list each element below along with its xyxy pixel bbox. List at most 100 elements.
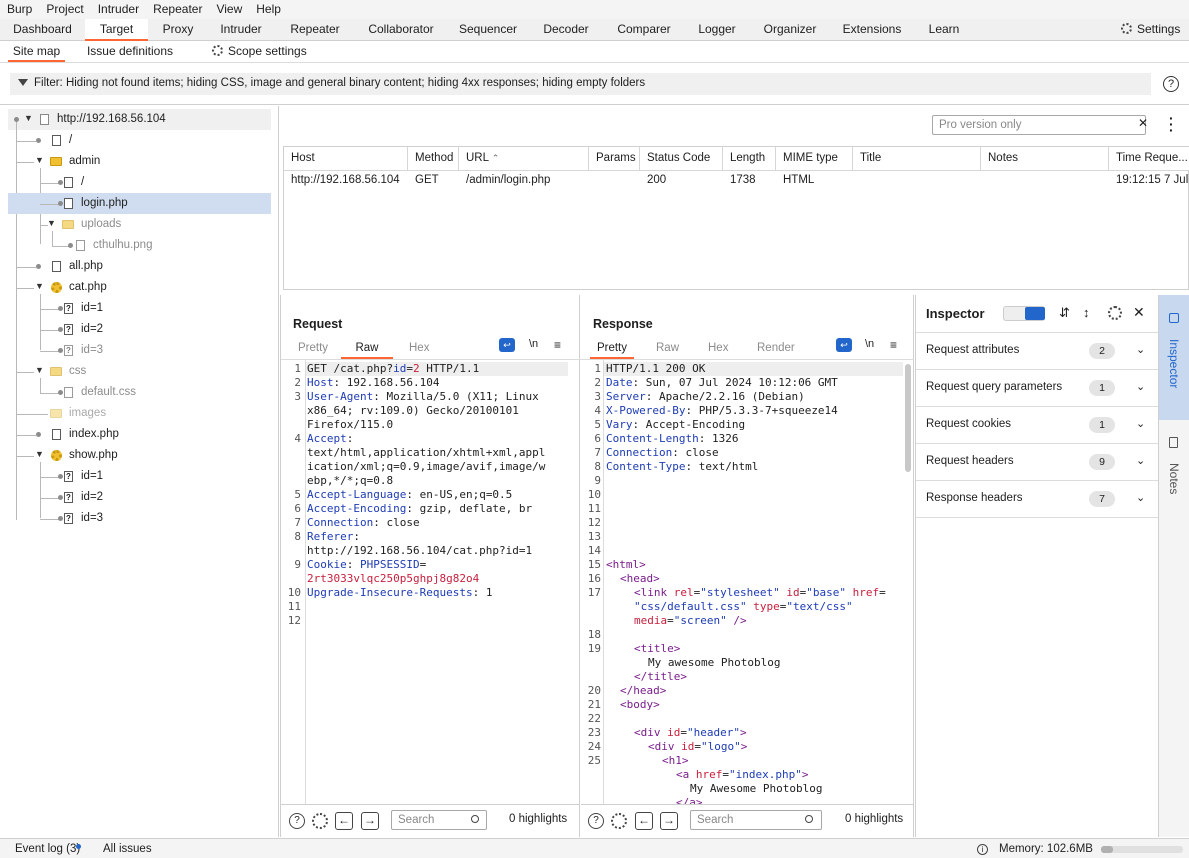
side-tab-inspector[interactable]: Inspector bbox=[1159, 295, 1189, 420]
tab-logger[interactable]: Logger bbox=[686, 19, 748, 41]
chevron-down-icon[interactable]: ▼ bbox=[47, 218, 56, 228]
tree-node-uploads[interactable]: uploads bbox=[81, 214, 121, 235]
menu-view[interactable]: View bbox=[209, 0, 249, 19]
close-icon[interactable]: ✕ bbox=[1138, 116, 1148, 130]
tree-node-show[interactable]: show.php bbox=[69, 445, 118, 466]
more-options-icon[interactable]: · · · bbox=[1169, 111, 1174, 137]
chevron-down-icon[interactable]: ▼ bbox=[35, 281, 44, 291]
settings-button[interactable]: Settings bbox=[1121, 19, 1185, 41]
table-search-input[interactable]: Pro version only bbox=[932, 115, 1146, 135]
col-url[interactable]: URL ⌃ bbox=[459, 147, 589, 171]
tree-node-all[interactable]: all.php bbox=[69, 256, 103, 277]
side-tab-notes[interactable]: Notes bbox=[1159, 425, 1189, 505]
inspector-row-response-headers[interactable]: Response headers 7 ⌄ bbox=[916, 481, 1159, 518]
tab-decoder[interactable]: Decoder bbox=[530, 19, 602, 41]
menu-intruder[interactable]: Intruder bbox=[91, 0, 146, 19]
close-icon[interactable]: ✕ bbox=[1133, 304, 1145, 321]
inspector-row-cookies[interactable]: Request cookies 1 ⌄ bbox=[916, 407, 1159, 444]
tree-node-admin[interactable]: admin bbox=[69, 151, 100, 172]
menu-lines-icon[interactable]: ≡ bbox=[554, 338, 561, 352]
tree-node-cat-id1[interactable]: id=1 bbox=[81, 298, 103, 319]
tab-target[interactable]: Target bbox=[85, 19, 148, 41]
col-method[interactable]: Method bbox=[408, 147, 459, 171]
tab-repeater[interactable]: Repeater bbox=[274, 19, 356, 41]
tab-intruder[interactable]: Intruder bbox=[208, 19, 274, 41]
gear-icon[interactable] bbox=[1108, 306, 1122, 320]
tree-node-cthulhu[interactable]: cthulhu.png bbox=[93, 235, 152, 256]
filter-bar[interactable]: Filter: Hiding not found items; hiding C… bbox=[10, 73, 1151, 95]
menu-project[interactable]: Project bbox=[39, 0, 90, 19]
all-issues-link[interactable]: All issues bbox=[103, 843, 152, 855]
tab-organizer[interactable]: Organizer bbox=[748, 19, 832, 41]
tab-extensions[interactable]: Extensions bbox=[832, 19, 912, 41]
tree-node-cat[interactable]: cat.php bbox=[69, 277, 107, 298]
arrow-right-icon[interactable]: → bbox=[660, 812, 678, 830]
tab-collaborator[interactable]: Collaborator bbox=[356, 19, 446, 41]
col-status[interactable]: Status Code bbox=[640, 147, 723, 171]
tree-node-cat-id3[interactable]: id=3 bbox=[81, 340, 103, 361]
menu-lines-icon[interactable]: ≡ bbox=[890, 338, 897, 352]
tree-node-cat-id2[interactable]: id=2 bbox=[81, 319, 103, 340]
wrap-toggle-icon[interactable]: ↩ bbox=[836, 338, 852, 352]
request-tab-hex[interactable]: Hex bbox=[409, 339, 429, 359]
chevron-down-icon[interactable]: ▼ bbox=[35, 449, 44, 459]
col-host[interactable]: Host bbox=[284, 147, 408, 171]
request-tab-raw[interactable]: Raw bbox=[341, 339, 393, 359]
tree-node-show-id1[interactable]: id=1 bbox=[81, 466, 103, 487]
response-tab-raw[interactable]: Raw bbox=[656, 339, 679, 359]
tab-sequencer[interactable]: Sequencer bbox=[446, 19, 530, 41]
tree-node-default-css[interactable]: default.css bbox=[81, 382, 136, 403]
tree-node-show-id2[interactable]: id=2 bbox=[81, 487, 103, 508]
subtab-site-map[interactable]: Site map bbox=[8, 41, 65, 62]
chevron-down-icon[interactable]: ▼ bbox=[24, 113, 33, 123]
collapse-all-icon[interactable]: ↕ bbox=[1083, 305, 1090, 320]
menu-help[interactable]: Help bbox=[249, 0, 288, 19]
response-tab-hex[interactable]: Hex bbox=[708, 339, 728, 359]
col-title[interactable]: Title bbox=[853, 147, 981, 171]
tab-proxy[interactable]: Proxy bbox=[148, 19, 208, 41]
gear-icon[interactable] bbox=[611, 813, 627, 829]
tab-comparer[interactable]: Comparer bbox=[602, 19, 686, 41]
tree-node-images[interactable]: images bbox=[69, 403, 106, 424]
help-icon[interactable]: ? bbox=[588, 813, 604, 829]
col-time[interactable]: Time Reque... bbox=[1109, 147, 1189, 171]
help-icon[interactable]: ? bbox=[289, 813, 305, 829]
tree-node-root[interactable]: / bbox=[69, 130, 72, 151]
expand-all-icon[interactable]: ⇵ bbox=[1059, 305, 1070, 321]
response-tab-pretty[interactable]: Pretty bbox=[590, 339, 634, 359]
inspector-row-query-parameters[interactable]: Request query parameters 1 ⌄ bbox=[916, 370, 1159, 407]
tab-dashboard[interactable]: Dashboard bbox=[0, 19, 85, 41]
arrow-right-icon[interactable]: → bbox=[361, 812, 379, 830]
col-params[interactable]: Params bbox=[589, 147, 640, 171]
arrow-left-icon[interactable]: ← bbox=[335, 812, 353, 830]
tab-learn[interactable]: Learn bbox=[912, 19, 976, 41]
scrollbar-thumb[interactable] bbox=[905, 364, 911, 472]
col-mime[interactable]: MIME type bbox=[776, 147, 853, 171]
col-notes[interactable]: Notes bbox=[981, 147, 1109, 171]
request-editor[interactable]: 1 2 3 4 5 6 7 8 9 10 11 12 GET /cat.php?id=2 HTTP/1… bbox=[281, 360, 581, 804]
inspector-row-request-headers[interactable]: Request headers 9 ⌄ bbox=[916, 444, 1159, 481]
tree-node-css[interactable]: css bbox=[69, 361, 86, 382]
inspector-view-toggle[interactable] bbox=[1003, 306, 1045, 321]
newline-toggle[interactable]: \n bbox=[865, 338, 874, 350]
subtab-issue-definitions[interactable]: Issue definitions bbox=[82, 41, 178, 62]
newline-toggle[interactable]: \n bbox=[529, 338, 538, 350]
inspector-row-request-attributes[interactable]: Request attributes 2 ⌄ bbox=[916, 333, 1159, 370]
gear-icon[interactable] bbox=[312, 813, 328, 829]
tree-node-index[interactable]: index.php bbox=[69, 424, 119, 445]
request-tab-pretty[interactable]: Pretty bbox=[298, 339, 328, 359]
response-tab-render[interactable]: Render bbox=[757, 339, 795, 359]
response-editor[interactable]: 1 2 3 4 5 6 7 8 9 10 11 12 13 14 15 16 17 18 19 20 21 22 23 24 2… bbox=[581, 360, 914, 804]
tree-node-show-id3[interactable]: id=3 bbox=[81, 508, 103, 529]
menu-repeater[interactable]: Repeater bbox=[146, 0, 209, 19]
wrap-toggle-icon[interactable]: ↩ bbox=[499, 338, 515, 352]
chevron-down-icon[interactable]: ▼ bbox=[35, 365, 44, 375]
response-search-input[interactable]: Search bbox=[690, 810, 822, 830]
col-length[interactable]: Length bbox=[723, 147, 776, 171]
event-log-link[interactable]: Event log (3) bbox=[15, 843, 80, 855]
scope-settings-button[interactable]: Scope settings bbox=[208, 41, 308, 62]
tree-node-login[interactable]: login.php bbox=[81, 193, 128, 214]
arrow-left-icon[interactable]: ← bbox=[635, 812, 653, 830]
help-icon[interactable]: ? bbox=[1163, 76, 1179, 92]
chevron-down-icon[interactable]: ▼ bbox=[35, 155, 44, 165]
